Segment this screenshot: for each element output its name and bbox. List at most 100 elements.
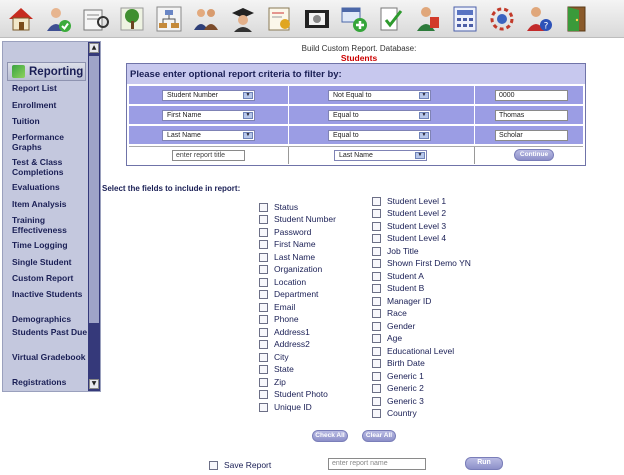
checkbox-box[interactable] xyxy=(372,196,381,206)
checkbox-box[interactable] xyxy=(372,396,381,406)
sidebar-item-tuition[interactable]: Tuition xyxy=(12,116,90,127)
field-checkbox[interactable]: Location xyxy=(259,277,306,287)
field-checkbox[interactable]: Student B xyxy=(372,283,424,293)
field-checkbox[interactable]: Student Photo xyxy=(259,389,328,399)
filter-operator-select[interactable]: Equal to ▼ xyxy=(328,110,431,121)
checkbox-box[interactable] xyxy=(372,408,381,418)
reading-book-icon[interactable] xyxy=(80,4,110,34)
filter-operator-select[interactable]: Equal to ▼ xyxy=(328,130,431,141)
org-chart-icon[interactable] xyxy=(154,4,184,34)
field-checkbox[interactable]: Student Level 4 xyxy=(372,233,446,243)
field-checkbox[interactable]: Shown First Demo YN xyxy=(372,258,471,268)
checkbox-box[interactable] xyxy=(372,333,381,343)
add-window-icon[interactable] xyxy=(339,4,369,34)
checkbox-box[interactable] xyxy=(372,371,381,381)
field-checkbox[interactable]: Student Number xyxy=(259,214,336,224)
checkbox-box[interactable] xyxy=(259,252,268,262)
checkbox-box[interactable] xyxy=(372,383,381,393)
sort-by-select[interactable]: Last Name ▼ xyxy=(334,150,427,161)
field-checkbox[interactable]: Email xyxy=(259,302,295,312)
checkbox-box[interactable] xyxy=(259,277,268,287)
checkbox-box[interactable] xyxy=(259,227,268,237)
field-checkbox[interactable]: Generic 3 xyxy=(372,396,424,406)
report-title-input[interactable]: enter report title xyxy=(172,150,245,161)
user-check-icon[interactable] xyxy=(43,4,73,34)
field-checkbox[interactable]: Student Level 3 xyxy=(372,221,446,231)
field-checkbox[interactable]: Generic 2 xyxy=(372,383,424,393)
checkbox-box[interactable] xyxy=(372,271,381,281)
field-checkbox[interactable]: Department xyxy=(259,289,318,299)
sidebar-item-custom-report[interactable]: Custom Report xyxy=(12,273,90,284)
checkbox-box[interactable] xyxy=(372,208,381,218)
sidebar-item-test-class-completions[interactable]: Test & Class Completions xyxy=(12,157,90,177)
checkbox-box[interactable] xyxy=(209,460,218,470)
checkbox-box[interactable] xyxy=(372,308,381,318)
field-checkbox[interactable]: Zip xyxy=(259,377,286,387)
film-icon[interactable] xyxy=(302,4,332,34)
checkbox-box[interactable] xyxy=(259,214,268,224)
field-checkbox[interactable]: City xyxy=(259,352,289,362)
field-checkbox[interactable]: Student A xyxy=(372,271,424,281)
filter-field-select[interactable]: First Name ▼ xyxy=(162,110,255,121)
field-checkbox[interactable]: Age xyxy=(372,333,402,343)
field-checkbox[interactable]: Last Name xyxy=(259,252,315,262)
help-person-icon[interactable]: ? xyxy=(524,4,554,34)
person-book-icon[interactable] xyxy=(413,4,443,34)
people-icon[interactable] xyxy=(191,4,221,34)
checkbox-box[interactable] xyxy=(372,358,381,368)
filter-operator-select[interactable]: Not Equal to ▼ xyxy=(328,90,431,101)
filter-value-input[interactable]: Scholar xyxy=(495,130,568,141)
checkbox-box[interactable] xyxy=(259,264,268,274)
checkbox-box[interactable] xyxy=(372,346,381,356)
checkbox-box[interactable] xyxy=(259,364,268,374)
sidebar-item-virtual-gradebook[interactable]: Virtual Gradebook xyxy=(12,352,90,363)
filter-value-input[interactable]: Thomas xyxy=(495,110,568,121)
continue-button[interactable]: Continue xyxy=(514,149,554,161)
field-checkbox[interactable]: Birth Date xyxy=(372,358,425,368)
scroll-down-arrow-icon[interactable]: ▼ xyxy=(89,379,99,389)
field-checkbox[interactable]: Race xyxy=(372,308,407,318)
save-report-checkbox[interactable]: Save Report xyxy=(209,460,271,470)
sidebar-item-training-effectiveness[interactable]: Training Effectiveness xyxy=(12,215,90,235)
field-checkbox[interactable]: Unique ID xyxy=(259,402,312,412)
checkbox-box[interactable] xyxy=(372,321,381,331)
field-checkbox[interactable]: Address1 xyxy=(259,327,310,337)
checkbox-box[interactable] xyxy=(372,296,381,306)
field-checkbox[interactable]: Organization xyxy=(259,264,322,274)
field-checkbox[interactable]: Generic 1 xyxy=(372,371,424,381)
check-all-button[interactable]: Check All xyxy=(312,430,348,442)
checkbox-box[interactable] xyxy=(259,352,268,362)
field-checkbox[interactable]: Status xyxy=(259,202,298,212)
filter-value-input[interactable]: 0000 xyxy=(495,90,568,101)
checkbox-box[interactable] xyxy=(259,302,268,312)
run-button[interactable]: Run xyxy=(465,457,503,470)
checkbox-box[interactable] xyxy=(372,258,381,268)
sidebar-scrollbar[interactable]: ▲ ▼ xyxy=(88,42,100,391)
sidebar-item-time-logging[interactable]: Time Logging xyxy=(12,240,90,251)
sidebar-item-evaluations[interactable]: Evaluations xyxy=(12,182,90,193)
checkbox-box[interactable] xyxy=(259,339,268,349)
tree-icon[interactable] xyxy=(117,4,147,34)
document-check-icon[interactable] xyxy=(376,4,406,34)
sidebar-item-students-past-due[interactable]: Students Past Due xyxy=(12,327,90,338)
checkbox-box[interactable] xyxy=(259,202,268,212)
field-checkbox[interactable]: Educational Level xyxy=(372,346,454,356)
checkbox-box[interactable] xyxy=(259,239,268,249)
sidebar-item-demographics[interactable]: Demographics xyxy=(12,314,90,325)
field-checkbox[interactable]: Gender xyxy=(372,321,415,331)
checkbox-box[interactable] xyxy=(259,314,268,324)
report-name-input[interactable]: enter report name xyxy=(328,458,426,470)
field-checkbox[interactable]: Address2 xyxy=(259,339,310,349)
field-checkbox[interactable]: State xyxy=(259,364,294,374)
filter-field-select[interactable]: Student Number ▼ xyxy=(162,90,255,101)
sidebar-item-item-analysis[interactable]: Item Analysis xyxy=(12,199,90,210)
checkbox-box[interactable] xyxy=(372,246,381,256)
home-icon[interactable] xyxy=(6,4,36,34)
graduate-icon[interactable] xyxy=(228,4,258,34)
checkbox-box[interactable] xyxy=(259,377,268,387)
sidebar-item-report-list[interactable]: Report List xyxy=(12,83,90,94)
certificate-icon[interactable] xyxy=(265,4,295,34)
field-checkbox[interactable]: Password xyxy=(259,227,311,237)
clear-all-button[interactable]: Clear All xyxy=(362,430,396,442)
scrollbar-thumb[interactable] xyxy=(89,56,99,323)
